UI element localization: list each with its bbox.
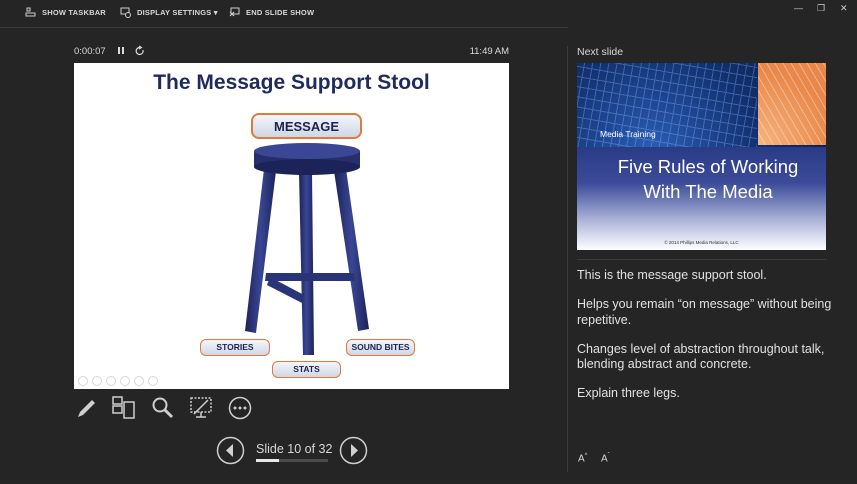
slide-progress-bar xyxy=(256,459,328,462)
end-slide-show-label: END SLIDE SHOW xyxy=(246,8,315,17)
mini-more-icon[interactable] xyxy=(148,376,158,386)
panel-divider xyxy=(567,46,568,472)
next-slide-orange-pattern xyxy=(758,63,826,145)
next-slide-thumbnail[interactable]: Media Training Five Rules of Working Wit… xyxy=(577,63,826,250)
speaker-notes[interactable]: This is the message support stool. Helps… xyxy=(577,268,832,415)
slide-mini-toolbar xyxy=(78,376,158,386)
toolbar-divider xyxy=(0,27,568,28)
mini-zoom-icon[interactable] xyxy=(134,376,144,386)
notes-divider xyxy=(577,259,826,260)
presenter-toolbar: SHOW TASKBAR DISPLAY SETTINGS ▾ END SLID… xyxy=(0,0,857,28)
decrease-font-icon[interactable]: Aˇ xyxy=(601,453,610,464)
mini-back-icon[interactable] xyxy=(78,376,88,386)
display-settings-label: DISPLAY SETTINGS ▾ xyxy=(137,8,218,17)
stats-label: STATS xyxy=(272,361,341,378)
increase-font-icon[interactable]: A^ xyxy=(578,453,588,464)
note-paragraph: This is the message support stool. xyxy=(577,268,767,282)
close-window-icon[interactable]: ✕ xyxy=(840,3,848,14)
next-slide-title: Five Rules of Working With The Media xyxy=(577,154,826,204)
next-icon[interactable] xyxy=(339,436,368,465)
stool-graphic xyxy=(245,143,369,355)
current-time: 11:49 AM xyxy=(469,46,509,57)
note-paragraph: Explain three legs. xyxy=(577,386,680,400)
note-paragraph: Changes level of abstraction throughout … xyxy=(577,341,825,372)
next-slide-copyright: © 2014 Phillips Media Relations, LLC xyxy=(664,240,739,245)
end-slide-show-button[interactable]: END SLIDE SHOW xyxy=(229,7,314,18)
show-taskbar-button[interactable]: SHOW TASKBAR xyxy=(25,7,106,17)
mini-forward-icon[interactable] xyxy=(92,376,102,386)
pause-icon[interactable] xyxy=(116,45,126,57)
see-all-slides-icon[interactable] xyxy=(112,396,136,420)
display-settings-icon xyxy=(120,7,131,18)
sound-bites-label: SOUND BITES xyxy=(346,339,415,356)
pen-icon[interactable] xyxy=(75,396,99,420)
more-options-icon[interactable] xyxy=(228,396,252,420)
black-screen-icon[interactable] xyxy=(189,396,213,420)
slide-counter: Slide 10 of 32 xyxy=(256,442,333,456)
elapsed-timer: 0:00:07 xyxy=(74,46,106,57)
taskbar-icon xyxy=(25,7,36,17)
restore-icon[interactable]: ❐ xyxy=(817,3,825,14)
message-label: MESSAGE xyxy=(251,113,362,139)
next-slide-header: Media Training xyxy=(600,129,656,139)
stories-label: STORIES xyxy=(200,339,270,356)
next-slide-title-line1: Five Rules of Working xyxy=(617,156,799,177)
current-slide[interactable]: The Message Support Stool MESSAGE STORIE… xyxy=(74,63,509,389)
minimize-icon[interactable]: — xyxy=(794,3,803,13)
mini-slides-icon[interactable] xyxy=(120,376,130,386)
slide-progress-fill xyxy=(256,459,279,462)
zoom-icon[interactable] xyxy=(151,396,175,420)
show-taskbar-label: SHOW TASKBAR xyxy=(42,7,106,17)
note-paragraph: Helps you remain “on message” without be… xyxy=(577,297,832,327)
end-show-icon xyxy=(229,7,240,17)
next-slide-label: Next slide xyxy=(577,46,624,58)
previous-icon[interactable] xyxy=(216,436,245,465)
display-settings-button[interactable]: DISPLAY SETTINGS ▾ xyxy=(120,7,218,18)
restart-icon[interactable] xyxy=(134,45,146,57)
next-slide-title-line2: With The Media xyxy=(643,181,773,202)
mini-pen-icon[interactable] xyxy=(106,376,116,386)
